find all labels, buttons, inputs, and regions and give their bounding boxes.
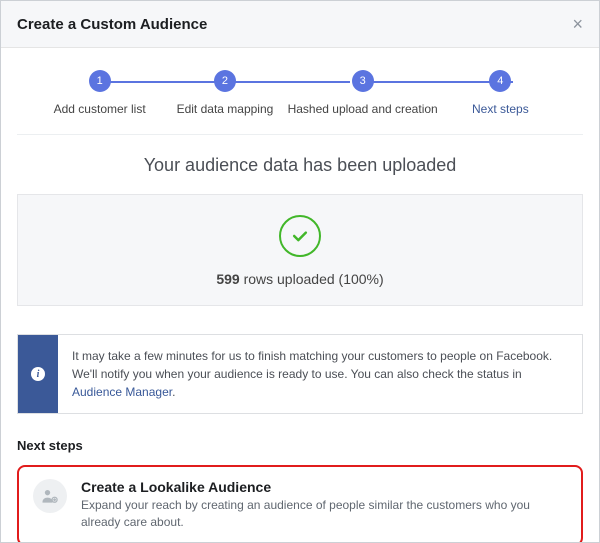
- step-4: 4 Next steps: [438, 70, 563, 116]
- create-custom-audience-modal: Create a Custom Audience × 1 Add custome…: [0, 0, 600, 543]
- info-banner: i It may take a few minutes for us to fi…: [17, 334, 583, 414]
- step-label: Add customer list: [54, 102, 146, 116]
- step-label: Hashed upload and creation: [288, 102, 438, 116]
- next-steps-heading: Next steps: [17, 438, 583, 453]
- step-label-active: Next steps: [472, 102, 529, 116]
- step-circle: 2: [214, 70, 236, 92]
- upload-status-card: 599 rows uploaded (100%): [17, 194, 583, 306]
- modal-title: Create a Custom Audience: [17, 16, 207, 33]
- step-1: 1 Add customer list: [37, 70, 162, 116]
- step-circle: 3: [352, 70, 374, 92]
- card-description: Expand your reach by creating an audienc…: [81, 497, 567, 532]
- step-circle: 4: [489, 70, 511, 92]
- step-circle: 1: [89, 70, 111, 92]
- close-icon[interactable]: ×: [572, 15, 583, 33]
- progress-stepper: 1 Add customer list 2 Edit data mapping …: [17, 48, 583, 135]
- step-connector: [225, 81, 350, 83]
- rows-count: 599: [216, 271, 239, 287]
- step-connector: [100, 81, 225, 83]
- rows-uploaded-text: 599 rows uploaded (100%): [28, 271, 572, 287]
- modal-header: Create a Custom Audience ×: [1, 1, 599, 48]
- upload-success-heading: Your audience data has been uploaded: [17, 155, 583, 176]
- audience-manager-link[interactable]: Audience Manager: [72, 385, 172, 399]
- card-title: Create a Lookalike Audience: [81, 479, 567, 495]
- info-text-suffix: .: [172, 385, 175, 399]
- next-steps-list: Create a Lookalike Audience Expand your …: [17, 465, 583, 542]
- card-body: Create a Lookalike Audience Expand your …: [81, 479, 567, 532]
- info-text-prefix: It may take a few minutes for us to fini…: [72, 349, 552, 381]
- info-icon: i: [31, 367, 45, 381]
- step-label: Edit data mapping: [177, 102, 274, 116]
- modal-body: 1 Add customer list 2 Edit data mapping …: [1, 48, 599, 542]
- info-icon-box: i: [18, 335, 58, 413]
- rows-status: rows uploaded (100%): [240, 271, 384, 287]
- success-check-icon: [279, 215, 321, 257]
- step-3: 3 Hashed upload and creation: [288, 70, 438, 116]
- lookalike-icon: [33, 479, 67, 513]
- step-2: 2 Edit data mapping: [162, 70, 287, 116]
- info-text: It may take a few minutes for us to fini…: [58, 335, 582, 413]
- create-lookalike-card[interactable]: Create a Lookalike Audience Expand your …: [17, 465, 583, 542]
